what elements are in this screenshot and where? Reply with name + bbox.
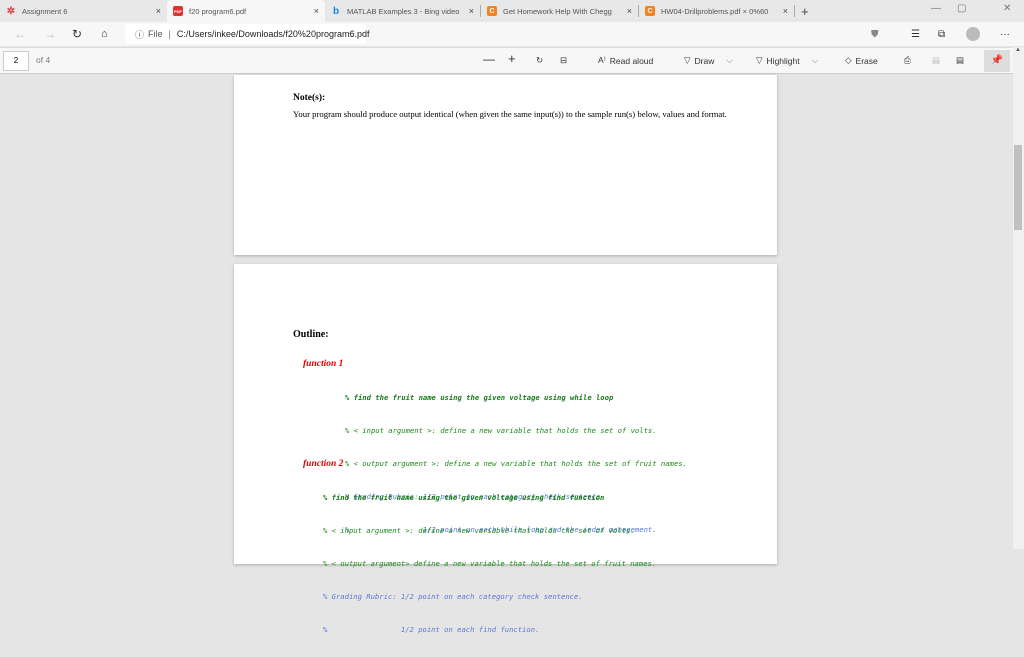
vertical-scrollbar[interactable]: ▲: [1013, 47, 1024, 549]
favorites-icon[interactable]: ☰: [911, 29, 920, 40]
tab-label: MATLAB Examples 3 - Bing video: [347, 6, 460, 16]
page-number-input[interactable]: 2: [3, 51, 29, 71]
refresh-button[interactable]: ↻: [72, 27, 82, 41]
read-aloud-icon: A⁾: [598, 55, 606, 65]
scrollbar-thumb[interactable]: [1014, 145, 1022, 230]
save-icon[interactable]: ▤: [932, 55, 940, 66]
code-line: % find the fruit name using the given vo…: [323, 493, 605, 502]
notes-heading: Note(s):: [293, 93, 326, 103]
outline-heading: Outline:: [293, 329, 329, 340]
back-button[interactable]: ←: [14, 27, 26, 41]
url-scheme: File: [148, 29, 163, 39]
chevron-down-icon[interactable]: ⌵: [812, 55, 818, 66]
collections-icon[interactable]: ⧉: [938, 29, 945, 40]
code-line: % Grading Rubric: 1/2 point on each cate…: [323, 592, 583, 601]
pdf-icon: PDF: [173, 6, 183, 16]
rotate-icon[interactable]: ↻: [536, 55, 543, 66]
profile-avatar[interactable]: [966, 27, 980, 41]
highlight-button[interactable]: ▽ Highlight ⌵: [756, 55, 818, 66]
scroll-up-arrow-icon[interactable]: ▲: [1015, 47, 1021, 53]
tab-bing[interactable]: b MATLAB Examples 3 - Bing video ×: [325, 0, 480, 22]
read-aloud-label: Read aloud: [609, 55, 654, 66]
address-bar-row: ← → ↻ ⌂ ⓘ File | C:/Users/inkee/Download…: [0, 22, 1024, 46]
notes-body: Your program should produce output ident…: [293, 109, 727, 119]
draw-label: Draw: [694, 55, 715, 66]
close-icon[interactable]: ×: [783, 6, 788, 16]
function-2-title: function 2: [303, 459, 344, 469]
address-input[interactable]: ⓘ File | C:/Users/inkee/Downloads/f20%20…: [125, 24, 369, 44]
tab-chegg[interactable]: C Get Homework Help With Chegg ×: [481, 0, 638, 22]
chegg-icon: C: [645, 6, 655, 16]
erase-button[interactable]: ◇ Erase: [845, 55, 878, 66]
zoom-in-button[interactable]: +: [508, 51, 516, 66]
function-2-comments: % find the fruit name using the given vo…: [323, 470, 656, 657]
tab-label: Assignment 6: [22, 6, 68, 16]
minimize-button[interactable]: —: [931, 3, 941, 14]
tab-label: f20 program6.pdf: [189, 6, 247, 16]
url-divider: |: [168, 29, 171, 39]
tab-pdf[interactable]: PDF f20 program6.pdf ×: [167, 0, 325, 22]
tab-label: HW04-Drillproblems.pdf × 0%60: [661, 6, 769, 16]
pin-toolbar-button[interactable]: 📌: [984, 50, 1010, 72]
function-1-title: function 1: [303, 359, 344, 369]
tab-divider: [794, 5, 795, 17]
code-line: % < input argument >: define a new varia…: [323, 526, 635, 535]
url-text: C:/Users/inkee/Downloads/f20%20program6.…: [176, 29, 370, 39]
pdf-page-2: Outline: function 1 % find the fruit nam…: [234, 264, 777, 634]
close-window-button[interactable]: ✕: [1003, 3, 1011, 14]
close-icon[interactable]: ×: [627, 6, 632, 16]
more-menu-icon[interactable]: ···: [1000, 29, 1010, 40]
tab-bar: ✲ Assignment 6 × PDF f20 program6.pdf × b MAT…: [0, 0, 1024, 22]
forward-button[interactable]: →: [44, 27, 56, 41]
new-tab-button[interactable]: +: [801, 4, 809, 19]
tracking-shield-icon[interactable]: ⛊: [871, 29, 879, 40]
close-icon[interactable]: ×: [156, 6, 161, 16]
tab-label: Get Homework Help With Chegg: [503, 6, 612, 16]
zoom-out-button[interactable]: —: [483, 52, 495, 66]
erase-label: Erase: [855, 55, 878, 66]
pdf-page-1: Note(s): Your program should produce out…: [234, 75, 777, 255]
fit-page-icon[interactable]: ⊟: [560, 55, 567, 66]
info-icon: ⓘ: [135, 29, 145, 40]
tab-assignment[interactable]: ✲ Assignment 6 ×: [0, 0, 167, 22]
tab-hw04[interactable]: C HW04-Drillproblems.pdf × 0%60 ×: [639, 0, 794, 22]
draw-icon: ▽: [684, 55, 691, 65]
close-icon[interactable]: ×: [469, 6, 474, 16]
print-icon[interactable]: ⎙: [904, 55, 911, 66]
canvas-icon: ✲: [6, 5, 16, 17]
chevron-down-icon[interactable]: ⌵: [726, 55, 732, 66]
highlight-label: Highlight: [766, 55, 800, 66]
draw-button[interactable]: ▽ Draw ⌵: [684, 55, 733, 66]
read-aloud-button[interactable]: A⁾ Read aloud: [598, 55, 653, 66]
eraser-icon: ◇: [845, 55, 852, 65]
chegg-icon: C: [487, 6, 497, 16]
close-icon[interactable]: ×: [314, 6, 319, 16]
code-line: % 1/2 point on each find function.: [323, 625, 540, 634]
pdf-toolbar: 2 of 4 — + ↻ ⊟ A⁾ Read aloud ▽ Draw ⌵ ▽ High…: [0, 47, 1024, 74]
bing-icon: b: [332, 5, 340, 17]
code-line: % < output argument> define a new variab…: [323, 559, 657, 568]
page-count: of 4: [36, 55, 51, 65]
code-line: % < input argument >: define a new varia…: [345, 426, 657, 435]
code-line: % find the fruit name using the given vo…: [345, 393, 614, 402]
favorite-star-icon[interactable]: ☆: [348, 29, 356, 40]
maximize-button[interactable]: ▢: [957, 3, 966, 14]
save-as-icon[interactable]: ▤: [956, 55, 964, 66]
home-button[interactable]: ⌂: [101, 28, 108, 40]
code-line: % < output argument >: define a new vari…: [345, 459, 687, 468]
highlight-icon: ▽: [756, 55, 763, 65]
